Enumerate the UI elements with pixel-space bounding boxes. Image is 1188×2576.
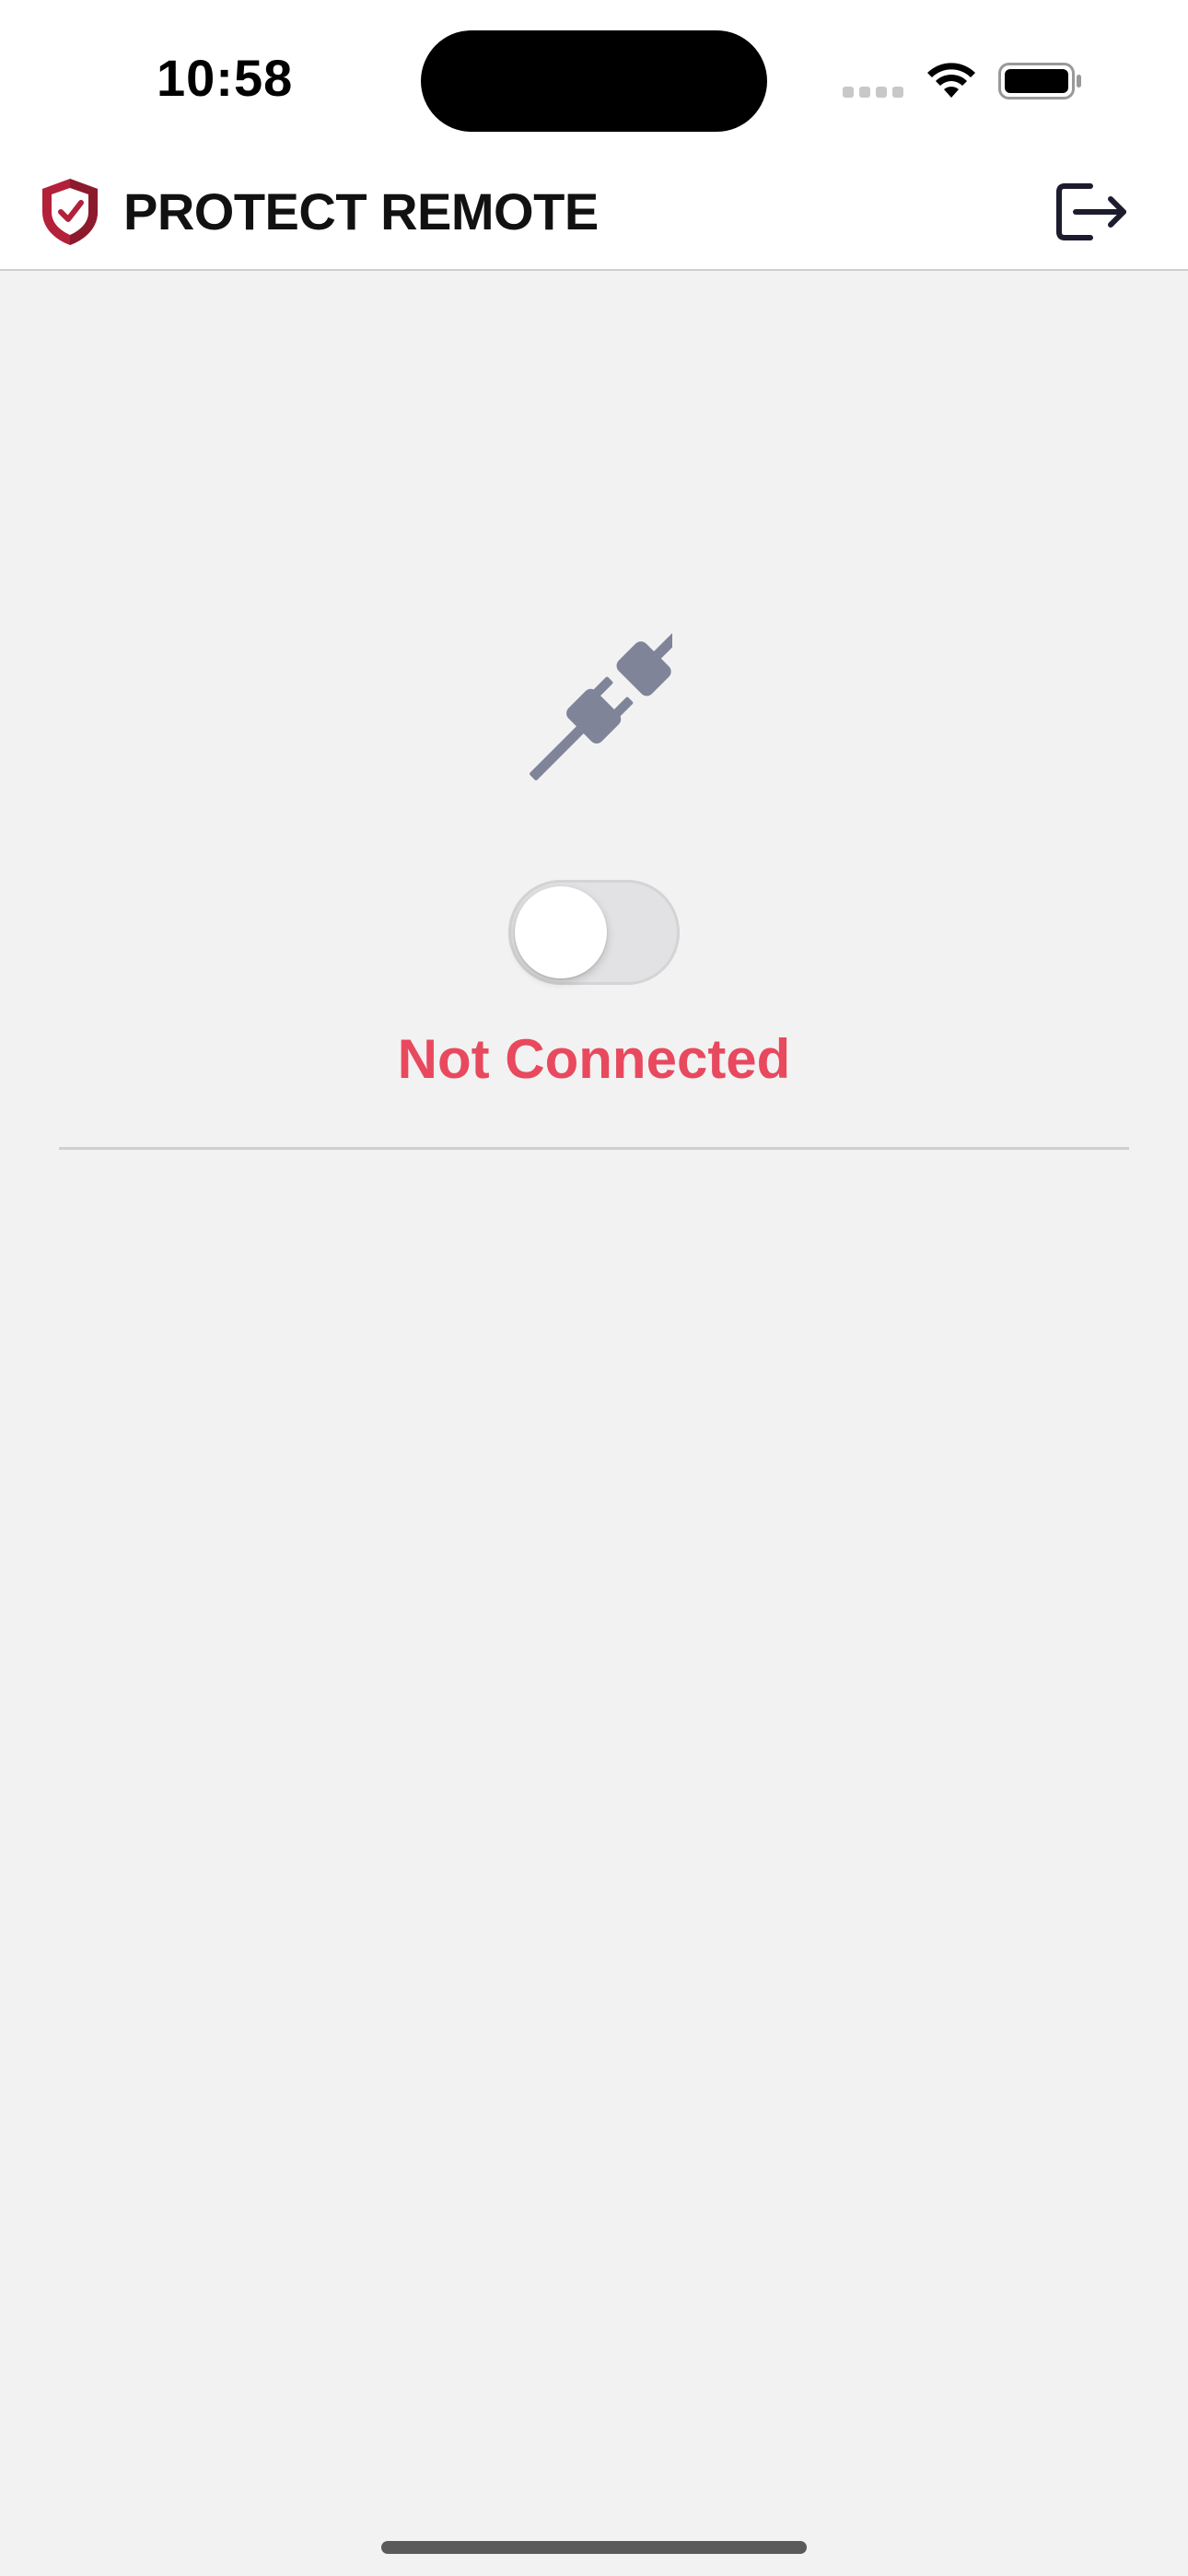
wifi-icon — [927, 63, 975, 98]
connection-status: Not Connected — [397, 1028, 791, 1090]
divider — [59, 1147, 1129, 1150]
status-time: 10:58 — [157, 49, 294, 107]
logout-button[interactable] — [1054, 179, 1131, 245]
home-indicator[interactable] — [381, 2541, 807, 2554]
toggle-knob — [515, 886, 607, 978]
battery-icon — [998, 63, 1081, 100]
dynamic-island — [421, 30, 767, 132]
signal-icon — [843, 87, 903, 98]
app-header: PROTECT REMOTE — [0, 157, 1188, 271]
logout-icon — [1056, 183, 1126, 240]
plug-disconnected-icon — [530, 629, 672, 780]
app-title: PROTECT REMOTE — [123, 182, 599, 240]
status-bar: 10:58 — [0, 0, 1188, 157]
shield-check-icon — [42, 179, 98, 245]
connection-toggle[interactable] — [508, 880, 680, 985]
